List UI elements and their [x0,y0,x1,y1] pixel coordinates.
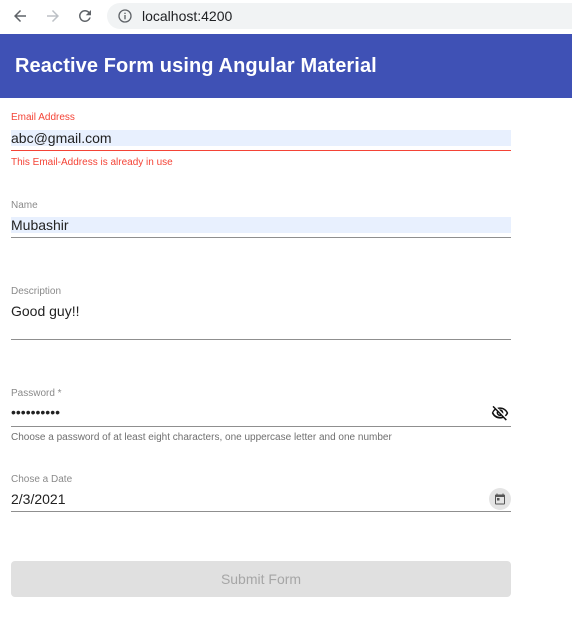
arrow-left-icon [14,10,26,22]
description-textarea[interactable]: Good guy!! [11,303,511,337]
date-field: Chose a Date [11,474,511,514]
forward-button[interactable] [42,5,64,27]
description-field: Description Good guy!! [11,286,511,342]
date-underline [11,511,511,512]
name-input[interactable] [11,217,511,233]
password-label: Password * [11,388,62,399]
name-field: Name [11,200,511,240]
password-input[interactable] [11,404,471,420]
url-text: localhost:4200 [142,8,233,24]
email-error: This Email-Address is already in use [11,157,173,168]
address-bar[interactable]: localhost:4200 [107,3,572,29]
arrow-right-icon [47,10,59,22]
name-label: Name [11,200,38,211]
email-label: Email Address [11,112,75,123]
visibility-off-icon[interactable] [490,404,510,422]
calendar-icon [495,493,505,505]
email-input[interactable] [11,130,511,146]
password-underline [11,426,511,427]
name-underline [11,237,511,238]
password-hint: Choose a password of at least eight char… [11,432,392,443]
page-title: Reactive Form using Angular Material [15,55,377,77]
date-input[interactable] [11,491,471,507]
description-label: Description [11,286,62,297]
submit-button[interactable]: Submit Form [11,561,511,597]
browser-toolbar: localhost:4200 [0,0,572,33]
datepicker-toggle[interactable] [489,488,511,510]
password-field: Password * Choose a password of at least… [11,388,511,448]
info-icon [118,9,132,23]
email-underline [11,150,511,151]
reload-button[interactable] [74,5,96,27]
description-underline [11,339,511,340]
app-toolbar: Reactive Form using Angular Material [0,34,572,98]
back-button[interactable] [9,5,31,27]
date-label: Chose a Date [11,474,73,485]
reload-icon [78,9,91,22]
email-field: Email Address This Email-Address is alre… [11,112,511,172]
